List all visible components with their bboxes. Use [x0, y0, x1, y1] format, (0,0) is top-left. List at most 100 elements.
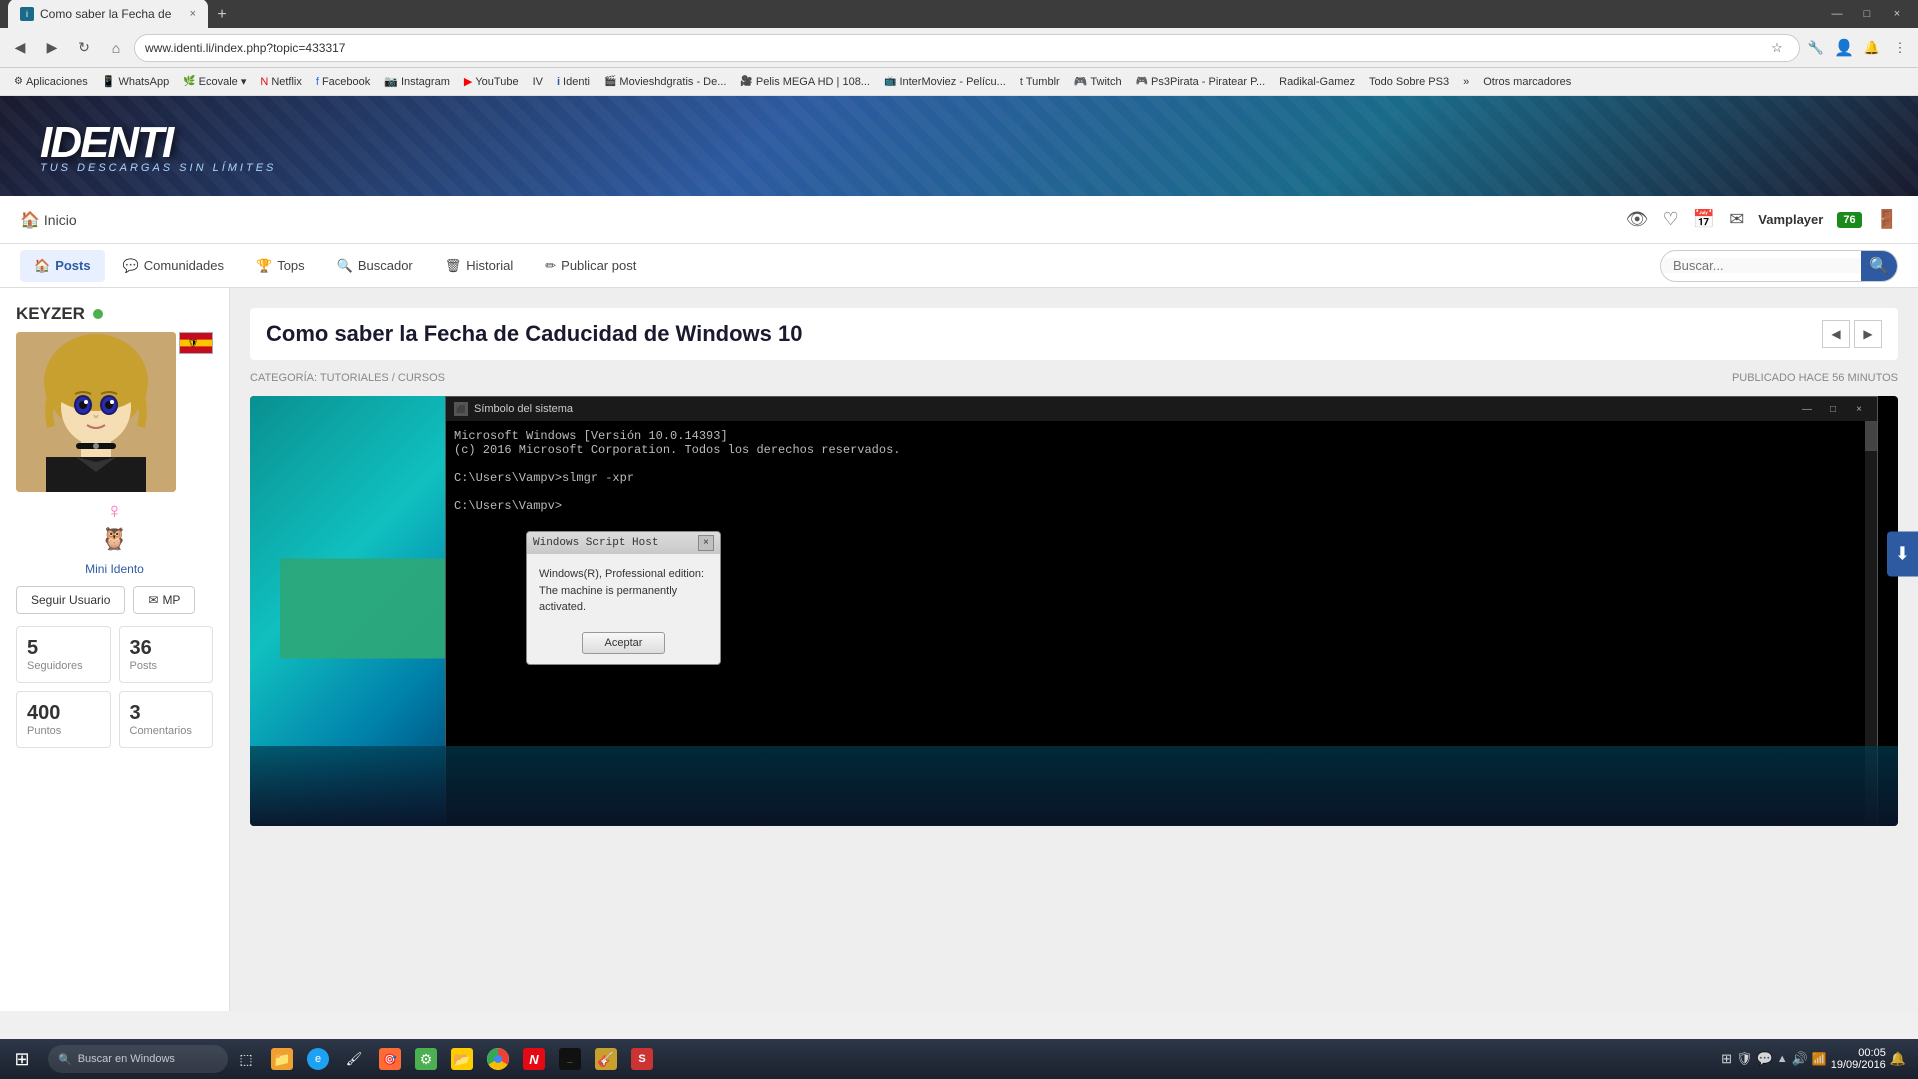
bookmark-otros-label: Otros marcadores	[1483, 76, 1571, 88]
article-title: Como saber la Fecha de Caducidad de Wind…	[266, 321, 1822, 347]
bookmark-star-icon[interactable]: ☆	[1765, 36, 1789, 60]
bookmark-ecovale-label: Ecovale ▾	[199, 75, 247, 88]
dialog-accept-btn[interactable]: Aceptar	[582, 632, 666, 654]
nav-bar: ◀ ▶ ↻ ⌂ www.identi.li/index.php?topic=43…	[0, 28, 1918, 68]
nav-comunidades[interactable]: 💬 Comunidades	[109, 250, 238, 282]
menu-icon[interactable]: ⋮	[1888, 36, 1912, 60]
bookmark-twitch-label: Twitch	[1090, 76, 1121, 88]
cmd-close-btn[interactable]: ×	[1849, 400, 1869, 418]
eye-icon[interactable]: 👁	[1626, 209, 1649, 230]
prev-article-btn[interactable]: ◀	[1822, 320, 1850, 348]
website-content: IDENTI TUS DESCARGAS SIN LÍMITES 🏠 Inici…	[0, 96, 1918, 1011]
refresh-btn[interactable]: ↻	[70, 34, 98, 62]
stat-puntos: 400 Puntos	[16, 691, 111, 748]
bookmark-instagram-label: Instagram	[401, 76, 450, 88]
new-tab-btn[interactable]: +	[208, 1, 236, 29]
bookmark-youtube[interactable]: ▶ YouTube	[458, 73, 525, 90]
cmd-line5	[454, 485, 1869, 499]
cmd-title: Símbolo del sistema	[474, 403, 1791, 415]
dialog-titlebar: Windows Script Host ×	[527, 532, 720, 554]
bookmark-aplicaciones[interactable]: ⚙ Aplicaciones	[8, 74, 94, 90]
forward-btn[interactable]: ▶	[38, 34, 66, 62]
bookmark-ps3pirata[interactable]: 🎮 Ps3Pirata - Piratear P...	[1130, 74, 1272, 90]
nav-posts[interactable]: 🏠 Posts	[20, 250, 105, 282]
back-btn[interactable]: ◀	[6, 34, 34, 62]
bookmark-whatsapp[interactable]: 📱 WhatsApp	[96, 73, 175, 90]
nav-tops[interactable]: 🏆 Tops	[242, 250, 319, 282]
notifications-icon[interactable]: 🔔	[1860, 36, 1884, 60]
tab-close-btn[interactable]: ×	[190, 8, 196, 20]
bookmark-netflix[interactable]: N Netflix	[254, 74, 308, 90]
cmd-icon: ⬛	[454, 402, 468, 416]
bookmark-otros[interactable]: Otros marcadores	[1477, 74, 1577, 90]
site-tagline: TUS DESCARGAS SIN LÍMITES	[40, 162, 276, 174]
tab-title: Como saber la Fecha de	[40, 7, 171, 21]
site-header: IDENTI TUS DESCARGAS SIN LÍMITES	[0, 96, 1918, 196]
inicio-link[interactable]: 🏠 Inicio	[20, 210, 77, 230]
badge-76: 76	[1837, 212, 1861, 228]
bookmark-pelismega[interactable]: 🎥 Pelis MEGA HD | 108...	[734, 74, 876, 90]
follow-user-btn[interactable]: Seguir Usuario	[16, 586, 125, 614]
address-text: www.identi.li/index.php?topic=433317	[145, 41, 1765, 55]
nav-buscador[interactable]: 🔍 Buscador	[323, 250, 427, 282]
bookmark-more[interactable]: »	[1457, 74, 1475, 90]
search-input[interactable]	[1661, 258, 1861, 273]
extensions-icon[interactable]: 🔧	[1804, 36, 1828, 60]
active-tab[interactable]: i Como saber la Fecha de ×	[8, 0, 208, 29]
address-bar[interactable]: www.identi.li/index.php?topic=433317 ☆	[134, 34, 1800, 62]
user-icon[interactable]: 👤	[1832, 36, 1856, 60]
cmd-maximize-btn[interactable]: □	[1823, 400, 1843, 418]
username-display: Vamplayer	[1758, 212, 1823, 227]
article-nav: ◀ ▶	[1822, 320, 1882, 348]
calendar-icon[interactable]: 📅	[1693, 209, 1715, 230]
bookmark-radikal-label: Radikal-Gamez	[1279, 76, 1355, 88]
main-nav: 🏠 Posts 💬 Comunidades 🏆 Tops 🔍 Buscador …	[0, 244, 1918, 288]
bookmark-ecovale[interactable]: 🌿 Ecovale ▾	[177, 73, 252, 90]
bookmark-intermoviez[interactable]: 📺 InterMoviez - Pelícu...	[878, 74, 1012, 90]
heart-icon[interactable]: ♡	[1663, 209, 1679, 230]
bookmark-movieshdgratis-label: Movieshdgratis - De...	[619, 76, 726, 88]
action-buttons: Seguir Usuario ✉ MP	[16, 586, 213, 614]
maximize-btn[interactable]: □	[1854, 4, 1880, 24]
download-btn[interactable]: ⬇	[1887, 531, 1918, 576]
bookmark-twitch[interactable]: 🎮 Twitch	[1068, 73, 1128, 90]
dialog-footer: Aceptar	[527, 628, 720, 664]
stat-posts: 36 Posts	[119, 626, 214, 683]
message-btn[interactable]: ✉ MP	[133, 586, 195, 614]
nav-publicar[interactable]: ✏ Publicar post	[531, 250, 650, 282]
posts-icon: 🏠	[34, 258, 50, 274]
cmd-titlebar: ⬛ Símbolo del sistema — □ ×	[446, 397, 1877, 421]
historial-icon: 🗑	[445, 258, 462, 274]
bookmark-more-label: »	[1463, 76, 1469, 88]
bookmark-todops3[interactable]: Todo Sobre PS3	[1363, 74, 1455, 90]
user-name-header: KEYZER	[16, 304, 213, 324]
site-logo[interactable]: IDENTI	[40, 118, 276, 168]
bookmark-iv[interactable]: IV	[527, 74, 549, 90]
mail-icon[interactable]: ✉	[1729, 209, 1744, 230]
bookmark-tumblr[interactable]: t Tumblr	[1014, 74, 1066, 90]
dialog-line1: Windows(R), Professional edition:	[539, 566, 708, 583]
logout-icon[interactable]: 🚪	[1876, 209, 1898, 230]
cmd-scrollbar-thumb[interactable]	[1865, 421, 1877, 451]
nav-historial[interactable]: 🗑 Historial	[431, 250, 527, 282]
bookmark-facebook[interactable]: f Facebook	[310, 74, 376, 90]
next-article-btn[interactable]: ▶	[1854, 320, 1882, 348]
home-btn[interactable]: ⌂	[102, 34, 130, 62]
content-wrapper: KEYZER 🛡	[0, 288, 1918, 1011]
bookmark-movieshdgratis[interactable]: 🎬 Movieshdgratis - De...	[598, 74, 732, 90]
main-content: Como saber la Fecha de Caducidad de Wind…	[230, 288, 1918, 1011]
close-btn[interactable]: ×	[1884, 4, 1910, 24]
cmd-minimize-btn[interactable]: —	[1797, 400, 1817, 418]
mini-idento-link[interactable]: Mini Idento	[16, 562, 213, 576]
title-bar: i Como saber la Fecha de × + — □ ×	[0, 0, 1918, 28]
dialog-close-btn[interactable]: ×	[698, 535, 714, 551]
mp-icon: ✉	[148, 593, 158, 607]
bookmark-instagram[interactable]: 📷 Instagram	[378, 73, 456, 90]
comunidades-icon: 💬	[123, 258, 139, 274]
minimize-btn[interactable]: —	[1824, 4, 1850, 24]
bookmark-identi[interactable]: i Identi	[551, 74, 596, 90]
stat-comentarios: 3 Comentarios	[119, 691, 214, 748]
stats-grid: 5 Seguidores 36 Posts 400 Puntos 3 Comen…	[16, 626, 213, 748]
bookmark-radikal[interactable]: Radikal-Gamez	[1273, 74, 1361, 90]
search-submit-btn[interactable]: 🔍	[1861, 250, 1897, 282]
